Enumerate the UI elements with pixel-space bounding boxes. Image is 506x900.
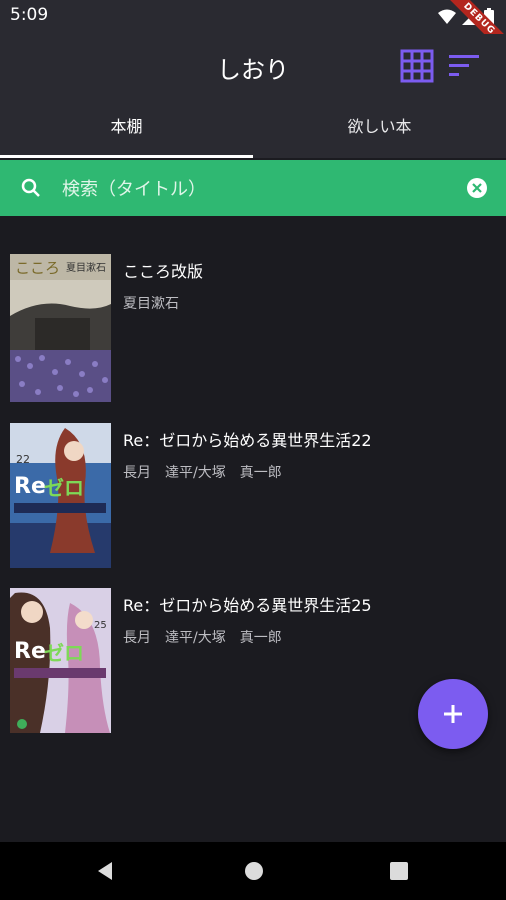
book-title: Re：ゼロから始める異世界生活22 [123, 431, 372, 450]
book-cover: こころ 夏目漱石 [10, 254, 111, 402]
tab-wishlist[interactable]: 欲しい本 [253, 98, 506, 158]
svg-text:こころ: こころ [15, 259, 60, 277]
book-cover: Re ゼロ 25 [10, 588, 111, 736]
svg-text:25: 25 [94, 620, 107, 631]
svg-text:Re: Re [14, 639, 46, 664]
book-author: 夏目漱石 [123, 296, 179, 312]
book-cover: Re ゼロ 22 [10, 423, 111, 571]
grid-view-icon[interactable] [400, 49, 434, 83]
book-author: 長月 達平/大塚 真一郎 [123, 630, 282, 646]
tab-indicator [0, 155, 253, 158]
status-bar: 5:09 DEBUG [0, 0, 506, 63]
wifi-icon [438, 9, 456, 24]
search-input[interactable] [60, 172, 444, 206]
svg-text:ゼロ: ゼロ [44, 641, 84, 665]
sort-icon[interactable] [447, 51, 481, 81]
plus-icon [444, 705, 462, 723]
book-title: Re：ゼロから始める異世界生活25 [123, 596, 372, 615]
search-icon [21, 178, 40, 197]
svg-text:22: 22 [16, 453, 30, 466]
list-item[interactable]: こころ 夏目漱石 こころ改版 夏目漱石 [0, 254, 506, 404]
home-icon[interactable] [243, 860, 265, 882]
tab-bookshelf[interactable]: 本棚 [0, 98, 253, 158]
system-nav-bar [0, 842, 506, 900]
tab-label: 欲しい本 [347, 117, 412, 136]
clear-icon[interactable] [466, 177, 488, 199]
tab-label: 本棚 [110, 117, 143, 136]
search-bar [0, 160, 506, 216]
svg-text:夏目漱石: 夏目漱石 [66, 262, 106, 274]
book-author: 長月 達平/大塚 真一郎 [123, 465, 282, 481]
svg-text:Re: Re [14, 474, 46, 499]
recents-icon[interactable] [389, 861, 409, 881]
add-book-button[interactable] [418, 679, 488, 749]
list-item[interactable]: Re ゼロ 22 Re：ゼロから始める異世界生活22 長月 達平/大塚 真一郎 [0, 423, 506, 573]
back-icon[interactable] [95, 861, 115, 881]
book-title: こころ改版 [123, 262, 204, 281]
status-time: 5:09 [10, 5, 49, 25]
svg-text:ゼロ: ゼロ [44, 476, 84, 500]
app-bar: しおり [0, 34, 506, 98]
tab-bar: 本棚 欲しい本 [0, 98, 506, 158]
